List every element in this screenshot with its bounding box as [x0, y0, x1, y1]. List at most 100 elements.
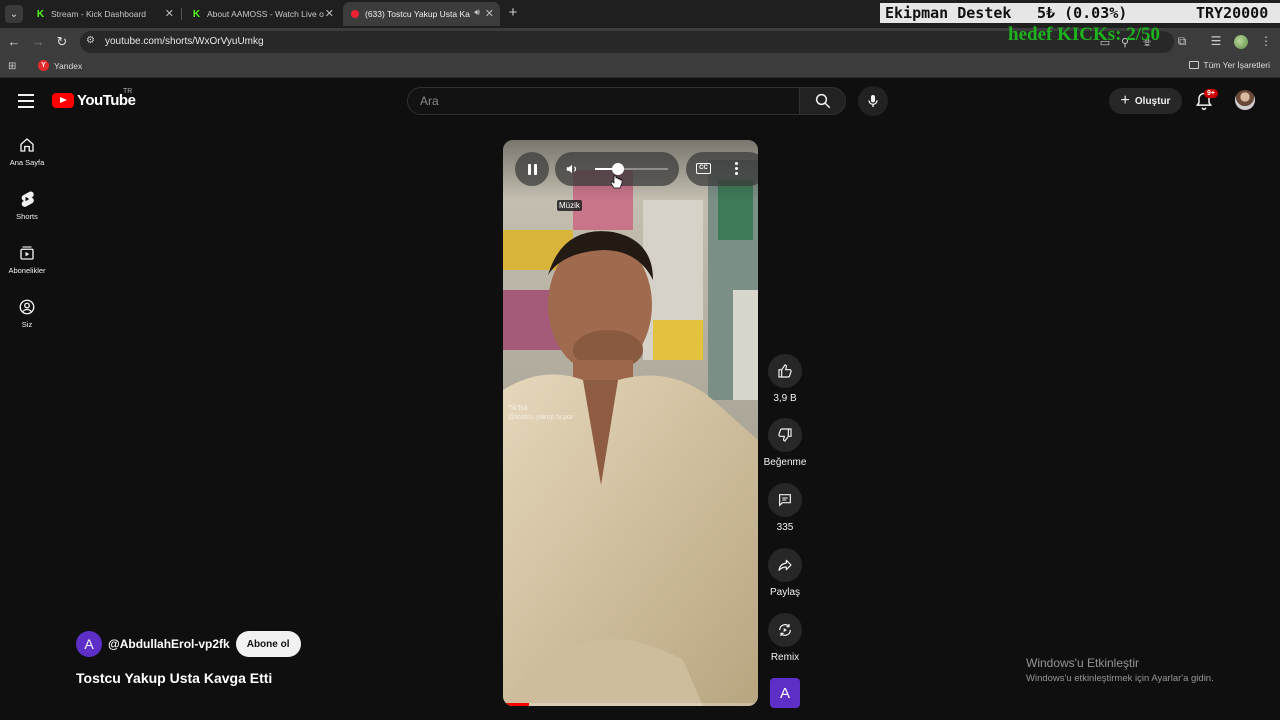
ticker-label: Ekipman Destek	[885, 4, 1012, 22]
tab-about-aamoss[interactable]: K About AAMOSS - Watch Live o ✕	[184, 2, 340, 26]
thumbs-down-icon	[778, 428, 792, 442]
remix-button[interactable]: Remix	[764, 613, 806, 663]
bookmark-label: Yandex	[54, 60, 83, 71]
region-code: TR	[123, 88, 133, 95]
sidebar-item-home[interactable]: Ana Sayfa	[0, 128, 54, 182]
home-icon	[20, 138, 34, 152]
browser-menu-icon[interactable]: ⋮	[1258, 34, 1274, 48]
dislike-label: Beğenme	[763, 457, 807, 468]
volume-icon[interactable]	[565, 162, 579, 176]
share-arrow-icon	[778, 559, 792, 571]
comments-button-circle[interactable]	[768, 483, 802, 517]
close-tab-icon[interactable]: ✕	[165, 7, 174, 20]
comments-button[interactable]: 335	[764, 483, 806, 533]
extensions-icon[interactable]: ⧉	[1174, 34, 1190, 49]
video-frame	[503, 140, 758, 706]
new-tab-button[interactable]: +	[505, 5, 521, 21]
tab-title: About AAMOSS - Watch Live o	[207, 9, 324, 19]
share-label: Paylaş	[769, 587, 800, 598]
back-icon[interactable]: ←	[6, 34, 22, 50]
sidebar-label: Ana Sayfa	[9, 158, 45, 167]
bookmark-yandex[interactable]: Y Yandex	[38, 60, 82, 71]
reload-icon[interactable]: ↻	[54, 34, 70, 50]
search-input[interactable]	[408, 88, 799, 114]
captions-and-more: CC	[686, 152, 758, 186]
plus-icon: +	[1120, 92, 1130, 109]
notification-badge: 9+	[1204, 89, 1218, 98]
forward-icon[interactable]: →	[30, 34, 46, 50]
url-text: youtube.com/shorts/WxOrVyuUmkg	[105, 36, 264, 47]
watermark-title: Windows'u Etkinleştir	[1026, 656, 1139, 670]
volume-slider[interactable]	[595, 163, 668, 175]
dislike-button-circle[interactable]	[768, 418, 802, 452]
sidebar-label: Shorts	[16, 212, 38, 221]
channel-handle[interactable]: @AbdullahErol-vp2fk	[108, 637, 230, 651]
close-tab-icon[interactable]: ✕	[485, 7, 494, 20]
tab-search-button[interactable]: ⌄	[5, 5, 23, 23]
player-controls: CC	[503, 140, 758, 200]
youtube-icon	[351, 10, 359, 18]
tab-kick-dashboard[interactable]: K Stream - Kick Dashboard ✕	[28, 2, 180, 26]
bookmarks-bar: ⊞ Y Yandex Tüm Yer İşaretleri	[0, 56, 1280, 78]
tiktok-watermark: TikTok @tostcu.yakup.tv.por	[508, 404, 573, 422]
all-bookmarks-button[interactable]: Tüm Yer İşaretleri	[1189, 60, 1270, 70]
tiktok-logo-label: TikTok	[508, 405, 528, 412]
remix-button-circle[interactable]	[768, 613, 802, 647]
subscriptions-icon	[20, 246, 34, 260]
yandex-icon: Y	[38, 60, 49, 71]
more-options-icon[interactable]	[735, 162, 739, 177]
shorts-video-player[interactable]: TikTok @tostcu.yakup.tv.por CC Müzik	[503, 140, 758, 706]
subscribe-button[interactable]: Abone ol	[235, 631, 301, 657]
shorts-icon	[21, 191, 34, 207]
browser-profile-avatar[interactable]	[1234, 35, 1248, 49]
tab-divider	[181, 8, 182, 20]
create-button[interactable]: + Oluştur	[1109, 88, 1182, 114]
share-button-circle[interactable]	[768, 548, 802, 582]
sidebar-item-subscriptions[interactable]: Abonelikler	[0, 236, 54, 290]
youtube-logo[interactable]: YouTube TR	[52, 88, 136, 109]
like-count: 3,9 B	[773, 393, 797, 404]
sidebar-item-you[interactable]: Siz	[0, 290, 54, 344]
pause-icon	[533, 163, 537, 175]
all-bookmarks-label: Tüm Yer İşaretleri	[1203, 60, 1270, 70]
comment-count: 335	[776, 522, 794, 533]
like-button[interactable]: 3,9 B	[764, 354, 806, 404]
search-icon	[815, 93, 831, 109]
channel-avatar-square[interactable]: A	[770, 678, 800, 708]
volume-slider-handle[interactable]	[612, 163, 625, 175]
search-button[interactable]	[799, 87, 846, 115]
reading-list-icon[interactable]: ☰	[1208, 34, 1224, 48]
ticker-amount: 5₺ (0.03%)	[1037, 4, 1128, 22]
captions-icon[interactable]: CC	[696, 163, 711, 174]
share-button[interactable]: Paylaş	[764, 548, 806, 598]
tab-youtube-short[interactable]: (633) Tostcu Yakup Usta Ka 🔊︎ ✕	[343, 2, 500, 26]
remix-icon	[779, 624, 791, 636]
remix-label: Remix	[770, 652, 800, 663]
microphone-icon	[868, 95, 878, 107]
site-info-icon[interactable]: ⚙	[86, 35, 95, 46]
pause-button[interactable]	[515, 152, 549, 186]
thumbs-up-icon	[778, 364, 792, 378]
channel-row: A @AbdullahErol-vp2fk Abone ol	[76, 631, 301, 657]
windows-activation-watermark: Windows'u Etkinleştir Windows'u etkinleş…	[1026, 656, 1214, 684]
video-progress-bar[interactable]	[503, 703, 758, 706]
volume-tooltip: Müzik	[557, 200, 582, 211]
kick-icon: K	[192, 8, 201, 20]
apps-grid-icon[interactable]: ⊞	[8, 61, 16, 72]
menu-icon[interactable]	[18, 94, 34, 108]
stream-donation-ticker: Ekipman Destek 5₺ (0.03%) TRY20000	[880, 3, 1280, 23]
tab-title: Stream - Kick Dashboard	[51, 9, 146, 19]
comment-icon	[779, 494, 791, 507]
video-title[interactable]: Tostcu Yakup Usta Kavga Etti	[76, 670, 272, 686]
dislike-button[interactable]: Beğenme	[764, 418, 806, 468]
like-button-circle[interactable]	[768, 354, 802, 388]
account-avatar[interactable]	[1235, 90, 1255, 110]
close-tab-icon[interactable]: ✕	[325, 7, 334, 20]
audio-playing-icon[interactable]: 🔊︎	[474, 7, 480, 18]
channel-avatar[interactable]: A	[76, 631, 102, 657]
watermark-subtitle: Windows'u etkinleştirmek için Ayarlar'a …	[1026, 673, 1214, 684]
folder-icon	[1189, 61, 1200, 69]
kick-icon: K	[36, 8, 45, 20]
sidebar-item-shorts[interactable]: Shorts	[0, 182, 54, 236]
voice-search-button[interactable]	[858, 86, 888, 116]
